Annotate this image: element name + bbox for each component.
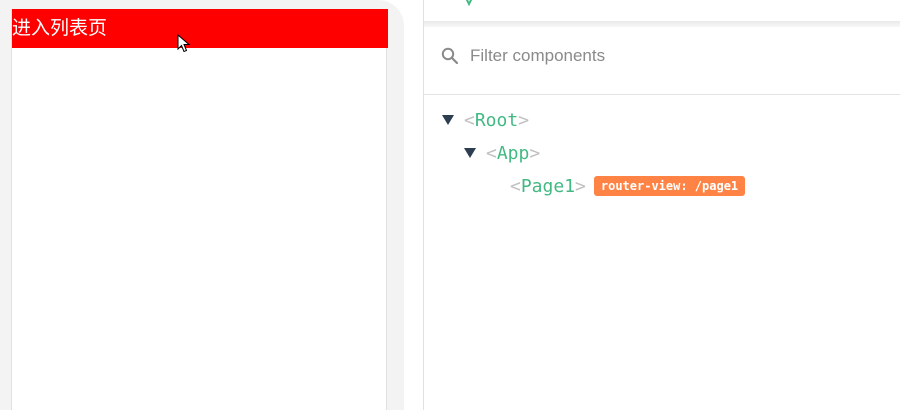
open-bracket: <: [464, 109, 475, 131]
devtools-toolbar: [424, 0, 900, 21]
active-tab-indicator-icon: [465, 0, 473, 6]
enter-list-page-link[interactable]: 进入列表页: [12, 9, 107, 48]
tree-node-root[interactable]: < Root >: [442, 106, 529, 134]
filter-bar: [424, 27, 900, 95]
search-icon: [441, 47, 459, 65]
devtools-panel: <Root> <App> <Page1> router-view: /page1: [424, 0, 900, 410]
expand-arrow-icon[interactable]: [442, 115, 454, 125]
expand-arrow-icon[interactable]: [464, 148, 476, 158]
component-name: Page1: [520, 175, 576, 197]
component-name: Root: [474, 109, 519, 131]
tree-node-page1[interactable]: < Page1 > router-view: /page1: [510, 172, 746, 200]
close-bracket: >: [518, 109, 530, 131]
component-name: App: [496, 142, 530, 164]
device-frame: 进入列表页: [0, 0, 404, 410]
filter-components-input[interactable]: [470, 43, 870, 69]
app-header-bar: 进入列表页: [12, 9, 388, 48]
app-viewport: 进入列表页: [11, 9, 388, 410]
router-view-badge: router-view: /page1: [593, 176, 746, 196]
open-bracket: <: [510, 175, 521, 197]
open-bracket: <: [486, 142, 497, 164]
tree-node-app[interactable]: < App >: [464, 139, 540, 167]
close-bracket: >: [529, 142, 541, 164]
mouse-cursor-icon: [177, 34, 191, 53]
close-bracket: >: [575, 175, 586, 197]
